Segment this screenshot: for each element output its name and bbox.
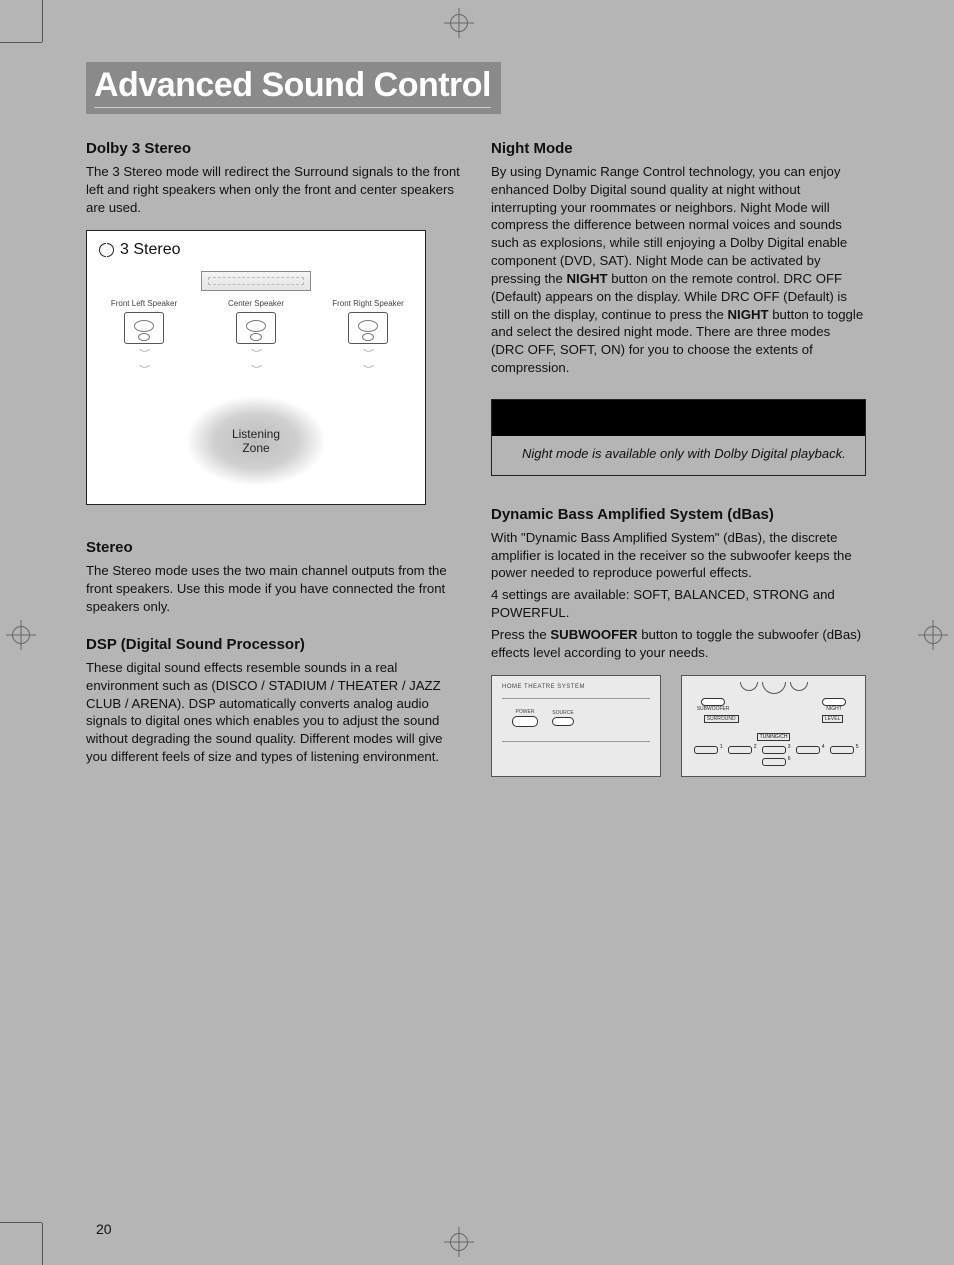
tuning-label: TUNING/CH xyxy=(757,733,791,741)
subwoofer-bold: SUBWOOFER xyxy=(550,627,637,642)
stereo-body: The Stereo mode uses the two main channe… xyxy=(86,562,461,615)
dbas-p3: Press the SUBWOOFER button to toggle the… xyxy=(491,626,866,662)
remote-button-icon: 3 xyxy=(762,746,786,754)
figure-title: 3 Stereo xyxy=(120,241,180,259)
night-bold-2: NIGHT xyxy=(728,307,769,322)
night-remote-icon xyxy=(822,698,846,706)
dolby3-figure: 3 Stereo Front Left Speaker ︶︶ Center Sp… xyxy=(86,230,426,505)
remote-diagram: SUBWOOFER NIGHT SURROUND LEVEL xyxy=(681,675,866,777)
surround-label: SURROUND xyxy=(704,715,739,723)
remote-button-icon: 1 xyxy=(694,746,718,754)
speaker-icon xyxy=(124,312,164,344)
remote-button-icon: 4 xyxy=(796,746,820,754)
dbas-heading: Dynamic Bass Amplified System (dBas) xyxy=(491,506,866,523)
page-number: 20 xyxy=(96,1221,112,1237)
page-content: Advanced Sound Control Dolby 3 Stereo Th… xyxy=(86,62,866,777)
dolby-icon xyxy=(99,243,114,257)
night-body: By using Dynamic Range Control technolog… xyxy=(491,163,866,377)
dsp-heading: DSP (Digital Sound Processor) xyxy=(86,636,461,653)
front-left-label: Front Left Speaker xyxy=(99,299,189,308)
listening-zone: ListeningZone xyxy=(186,396,326,486)
left-column: Dolby 3 Stereo The 3 Stereo mode will re… xyxy=(86,132,461,777)
power-button-icon: POWER xyxy=(512,709,538,727)
night-bold-1: NIGHT xyxy=(567,271,608,286)
dbas-p1: With "Dynamic Bass Amplified System" (dB… xyxy=(491,529,866,582)
receiver-icon xyxy=(201,271,311,291)
dial-icon xyxy=(740,682,758,691)
night-heading: Night Mode xyxy=(491,140,866,157)
center-label: Center Speaker xyxy=(211,299,301,308)
sound-waves-icon: ︶︶ xyxy=(99,346,189,378)
dsp-body: These digital sound effects resemble sou… xyxy=(86,659,461,766)
night-label: NIGHT xyxy=(826,706,842,712)
dbas-p2: 4 settings are available: SOFT, BALANCED… xyxy=(491,586,866,622)
remote-button-icon: 6 xyxy=(762,758,786,766)
dial-icon xyxy=(790,682,808,691)
page-title-block: Advanced Sound Control xyxy=(86,62,501,114)
stereo-heading: Stereo xyxy=(86,539,461,556)
dolby3-heading: Dolby 3 Stereo xyxy=(86,140,461,157)
receiver-diagram: HOME THEATRE SYSTEM POWER SOURCE xyxy=(491,675,661,777)
dial-icon xyxy=(762,682,786,694)
remote-button-icon: 2 xyxy=(728,746,752,754)
note-body: Night mode is available only with Dolby … xyxy=(492,436,865,475)
subwoofer-label: SUBWOOFER xyxy=(697,706,730,712)
sound-waves-icon: ︶︶ xyxy=(323,346,413,378)
right-column: Night Mode By using Dynamic Range Contro… xyxy=(491,132,866,777)
note-header xyxy=(492,400,865,436)
speaker-icon xyxy=(348,312,388,344)
sound-waves-icon: ︶︶ xyxy=(211,346,301,378)
source-button-icon: SOURCE xyxy=(552,710,574,726)
speaker-icon xyxy=(236,312,276,344)
remote-button-icon: 5 xyxy=(830,746,854,754)
note-box: Night mode is available only with Dolby … xyxy=(491,399,866,476)
dolby3-body: The 3 Stereo mode will redirect the Surr… xyxy=(86,163,461,216)
level-label: LEVEL xyxy=(822,715,844,723)
subwoofer-remote-icon xyxy=(701,698,725,706)
receiver-title: HOME THEATRE SYSTEM xyxy=(502,684,650,690)
front-right-label: Front Right Speaker xyxy=(323,299,413,308)
page-title: Advanced Sound Control xyxy=(94,66,491,108)
